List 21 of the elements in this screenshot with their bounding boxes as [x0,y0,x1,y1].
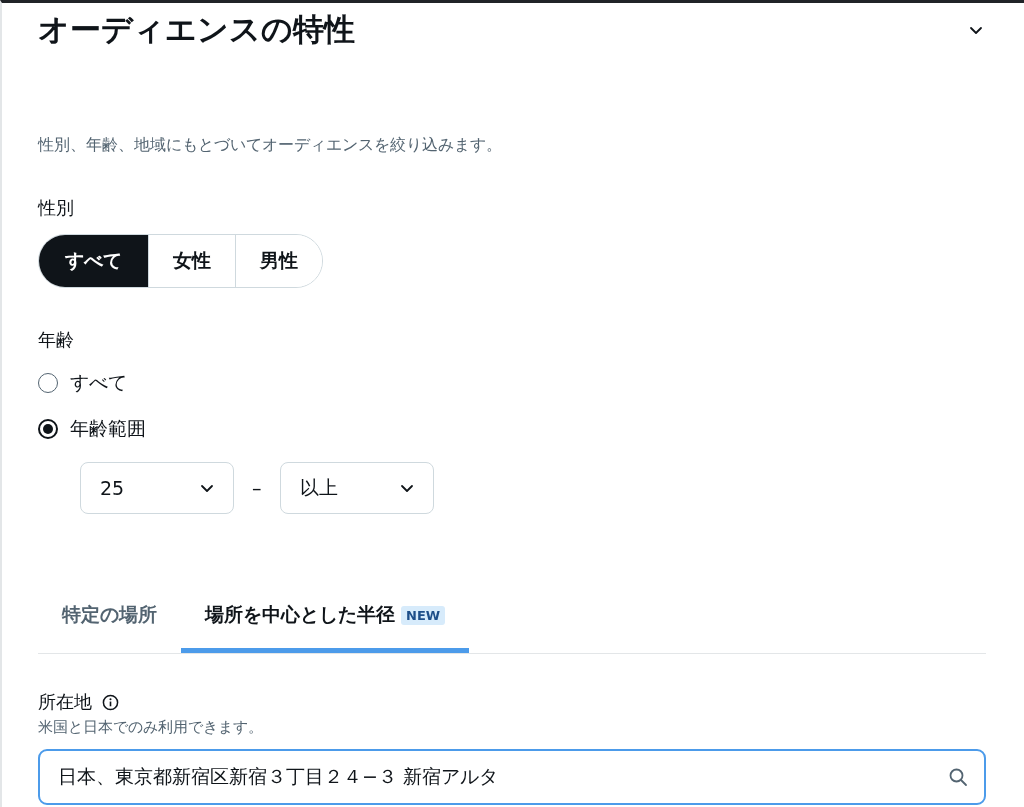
location-hint: 米国と日本でのみ利用できます。 [38,718,264,737]
gender-option[interactable]: すべて [39,235,148,287]
info-icon[interactable] [102,693,119,711]
gender-label: 性別 [38,196,75,220]
age-radio-option[interactable]: すべて [38,370,986,396]
search-icon [948,767,968,787]
gender-option[interactable]: 男性 [235,235,322,287]
age-radio-option[interactable]: 年齢範囲 [38,416,986,442]
location-tab[interactable]: 場所を中心とした半径 NEW [181,590,470,653]
location-tab[interactable]: 特定の場所 [38,590,181,653]
radio-label: すべて [70,370,127,395]
age-to-dropdown[interactable]: 以上 [279,462,434,514]
section-title: オーディエンスの特性 [38,10,355,49]
age-label: 年齢 [38,328,75,352]
location-label: 所在地 [38,690,92,714]
range-separator: – [252,477,262,499]
age-from-dropdown[interactable]: 25 [80,462,234,514]
new-badge: NEW [401,605,446,625]
location-search-field[interactable]: 日本、東京都新宿区新宿３丁目２４−３ 新宿アルタ [38,749,986,805]
section-description: 性別、年齢、地域にもとづいてオーディエンスを絞り込みます。 [38,135,503,156]
radio-label: 年齢範囲 [70,416,146,441]
